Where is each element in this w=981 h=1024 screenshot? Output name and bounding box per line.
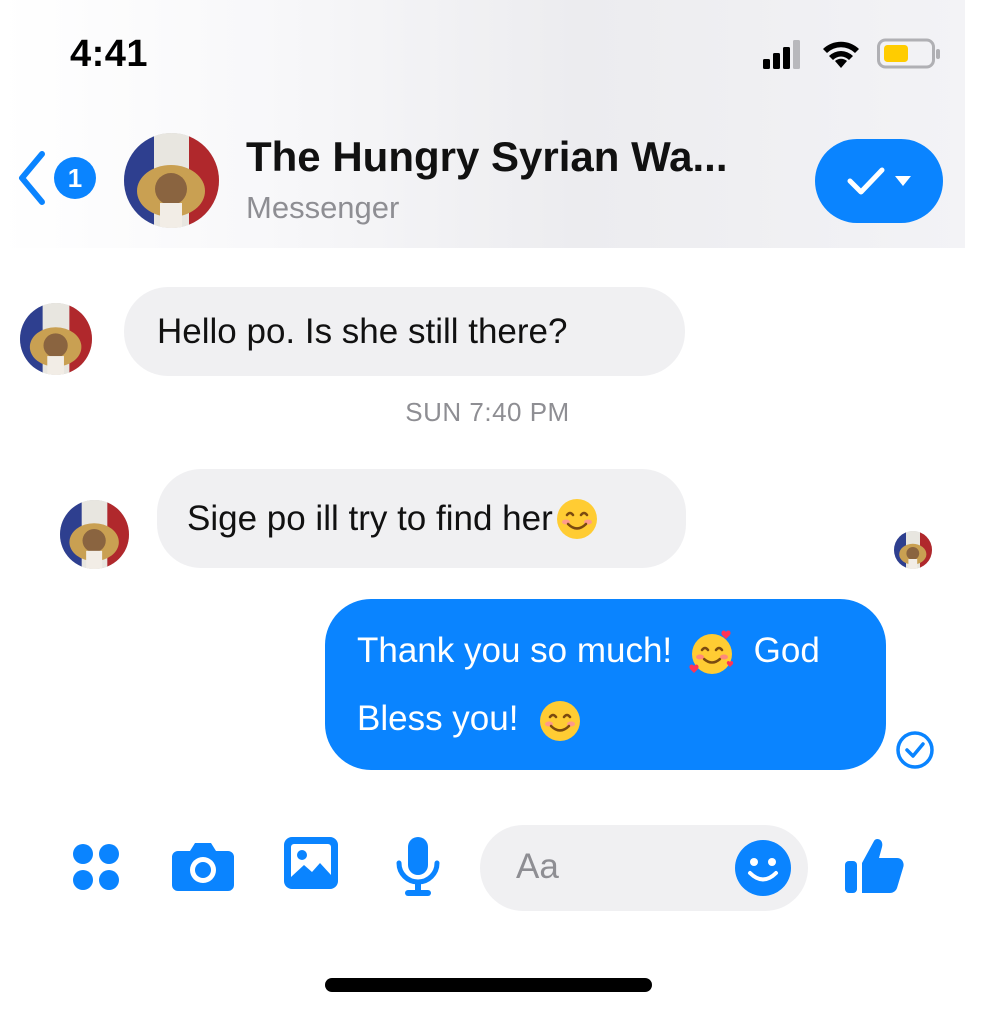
message-line: Bless you! bbox=[357, 685, 856, 753]
message-text: Sige po ill try to find her bbox=[187, 498, 553, 538]
battery-low-icon bbox=[877, 38, 940, 69]
thumbs-up-icon[interactable] bbox=[842, 833, 906, 897]
home-indicator bbox=[325, 978, 652, 992]
message-input[interactable]: Aa bbox=[480, 825, 808, 911]
status-icons bbox=[763, 38, 941, 70]
message-text: Hello po. Is she still there? bbox=[157, 311, 568, 351]
conversation-title: The Hungry Syrian Wa... bbox=[246, 133, 728, 180]
checkmark-icon bbox=[847, 167, 885, 195]
back-button[interactable]: 1 bbox=[14, 148, 96, 208]
status-time: 4:41 bbox=[70, 33, 149, 75]
wifi-icon bbox=[823, 41, 859, 68]
smiling-face-with-hearts-icon bbox=[689, 630, 734, 674]
message-text: Bless you! bbox=[357, 699, 519, 738]
emoji-icon[interactable] bbox=[733, 838, 793, 898]
chevron-left-icon bbox=[19, 151, 45, 205]
message-text: Thank you so much! bbox=[357, 631, 673, 670]
screen-edge bbox=[965, 0, 981, 1024]
outgoing-message[interactable]: Thank you so much! God Bless you! bbox=[325, 599, 886, 770]
image-icon[interactable] bbox=[282, 835, 340, 891]
caret-down-icon bbox=[895, 176, 911, 186]
mark-done-button[interactable] bbox=[815, 139, 943, 223]
smiling-face-icon bbox=[540, 700, 581, 741]
message-line: Thank you so much! God bbox=[357, 617, 856, 685]
apps-icon[interactable] bbox=[68, 839, 124, 895]
incoming-message[interactable]: Sige po ill try to find her bbox=[157, 469, 686, 568]
microphone-icon[interactable] bbox=[393, 835, 443, 899]
messenger-conversation-screen: 4:41 1 The Hungry Syrian Wa... Messenger… bbox=[0, 0, 981, 1024]
delivered-check-icon bbox=[896, 731, 934, 769]
message-avatar[interactable] bbox=[60, 500, 129, 569]
conversation-subtitle: Messenger bbox=[246, 190, 400, 225]
smiling-face-icon bbox=[556, 498, 597, 539]
camera-icon[interactable] bbox=[170, 837, 236, 893]
read-receipt-avatar bbox=[894, 531, 932, 569]
contact-avatar[interactable] bbox=[124, 133, 219, 228]
incoming-message[interactable]: Hello po. Is she still there? bbox=[124, 287, 685, 376]
cellular-signal-icon bbox=[763, 40, 800, 69]
message-composer: Aa bbox=[0, 825, 965, 915]
message-text: God bbox=[753, 631, 820, 670]
message-input-placeholder: Aa bbox=[516, 847, 559, 886]
message-timestamp: SUN 7:40 PM bbox=[405, 397, 570, 427]
message-avatar[interactable] bbox=[20, 303, 92, 375]
unread-badge: 1 bbox=[54, 157, 96, 199]
